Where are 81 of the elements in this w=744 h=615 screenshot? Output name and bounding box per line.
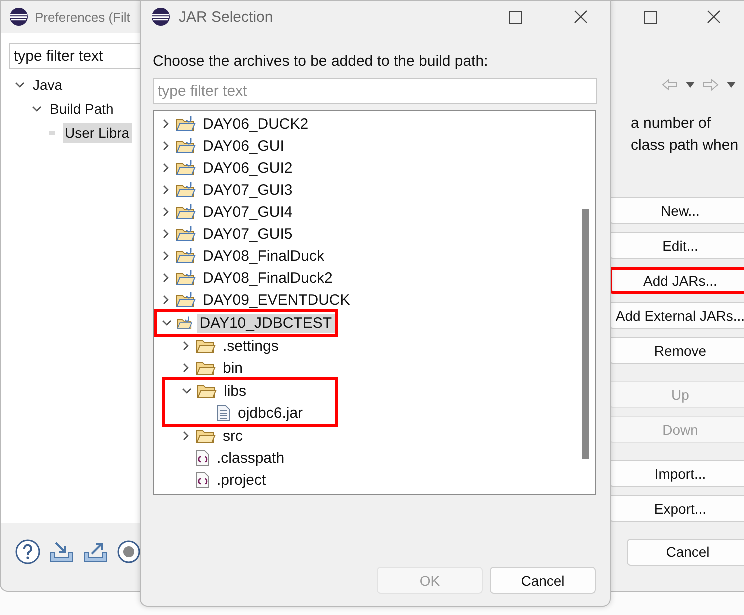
action-button[interactable]: Export... (609, 495, 744, 522)
tree-item[interactable]: DAY09_EVENTDUCK (200, 290, 354, 310)
expand-chevron-icon[interactable] (181, 341, 191, 351)
project-folder-icon (176, 247, 196, 265)
expand-chevron-icon[interactable] (161, 251, 171, 261)
close-icon[interactable] (574, 10, 588, 24)
dialog-message: Choose the archives to be added to the build path: (153, 53, 490, 70)
record-icon[interactable] (117, 540, 141, 564)
scrollbar-thumb[interactable] (582, 209, 589, 459)
expand-chevron-icon[interactable] (161, 185, 171, 195)
folder-icon (197, 383, 217, 399)
tree-item[interactable]: libs (221, 382, 250, 400)
file-icon (217, 404, 231, 422)
project-folder-icon (176, 225, 196, 243)
maximize-icon[interactable] (508, 10, 522, 24)
tree-item[interactable]: ojdbc6.jar (235, 404, 306, 422)
action-button[interactable]: Add JARs... (609, 267, 744, 294)
collapse-chevron-icon[interactable] (162, 318, 172, 328)
description-text: class path when (631, 136, 740, 156)
collapse-chevron-icon[interactable] (15, 80, 25, 90)
tree-item[interactable]: DAY07_GUI3 (200, 180, 296, 200)
action-button[interactable]: Remove (609, 337, 744, 364)
tree-item[interactable]: DAY10_JDBCTEST (196, 314, 335, 332)
maximize-icon[interactable] (644, 10, 656, 24)
tree-item[interactable]: DAY07_GUI5 (200, 224, 296, 244)
expand-chevron-icon[interactable] (161, 119, 171, 129)
expand-chevron-icon[interactable] (161, 229, 171, 239)
expand-chevron-icon[interactable] (161, 163, 171, 173)
tree-item[interactable]: src (220, 426, 246, 446)
action-button[interactable]: Edit... (609, 232, 744, 259)
close-icon[interactable] (707, 10, 721, 24)
folder-icon (196, 360, 216, 376)
project-folder-icon (176, 137, 196, 155)
tree-item[interactable]: DAY07_GUI4 (200, 202, 296, 222)
tree-item[interactable]: DAY08_FinalDuck2 (200, 268, 336, 288)
tree-item[interactable]: DAY06_GUI (200, 136, 288, 156)
filter-field[interactable]: type filter text (153, 78, 597, 104)
project-folder-icon (176, 115, 196, 133)
project-folder-icon (176, 291, 196, 309)
project-folder-icon (177, 314, 193, 332)
action-button[interactable]: Add External JARs... (609, 302, 744, 329)
tree-item[interactable]: DAY08_FinalDuck (200, 246, 328, 266)
expand-chevron-icon[interactable] (161, 273, 171, 283)
tree-item[interactable]: bin (220, 358, 246, 378)
tree-item[interactable]: .settings (220, 336, 282, 356)
eclipse-logo-icon (9, 7, 29, 27)
dropdown-caret-icon[interactable] (727, 82, 736, 88)
expand-chevron-icon[interactable] (181, 431, 191, 441)
project-folder-icon (176, 203, 196, 221)
project-folder-icon (176, 181, 196, 199)
action-button[interactable]: New... (609, 197, 744, 224)
tree-item[interactable]: DAY06_DUCK2 (200, 114, 312, 134)
xml-file-icon (196, 472, 210, 488)
tree-item[interactable]: Build Path (50, 101, 114, 117)
export-icon[interactable] (83, 540, 109, 564)
cancel-button[interactable]: Cancel (490, 567, 596, 594)
collapse-chevron-icon[interactable] (182, 386, 192, 396)
tree-item[interactable]: Java (33, 77, 63, 93)
folder-icon (196, 338, 216, 354)
expand-chevron-icon[interactable] (181, 363, 191, 373)
collapse-chevron-icon[interactable] (32, 104, 42, 114)
dropdown-caret-icon[interactable] (686, 82, 695, 88)
project-folder-icon (176, 159, 196, 177)
expand-chevron-icon[interactable] (161, 295, 171, 305)
import-icon[interactable] (49, 540, 75, 564)
xml-file-icon (196, 450, 210, 466)
tree-item[interactable]: User Libra (63, 123, 132, 143)
cancel-button[interactable]: Cancel (627, 538, 744, 566)
expand-chevron-icon[interactable] (161, 141, 171, 151)
tree-item[interactable]: .project (214, 470, 270, 490)
window-title: Preferences (Filt (35, 10, 130, 24)
expand-chevron-icon[interactable] (161, 207, 171, 217)
dialog-title: JAR Selection (179, 8, 274, 26)
description-text: a number of (631, 114, 712, 134)
action-button[interactable]: Import... (609, 460, 744, 487)
eclipse-logo-icon (151, 7, 171, 27)
folder-icon (196, 428, 216, 444)
tree-item[interactable]: DAY06_GUI2 (200, 158, 296, 178)
project-folder-icon (176, 269, 196, 287)
help-icon[interactable] (15, 539, 41, 565)
tree-item[interactable]: .classpath (214, 448, 288, 468)
